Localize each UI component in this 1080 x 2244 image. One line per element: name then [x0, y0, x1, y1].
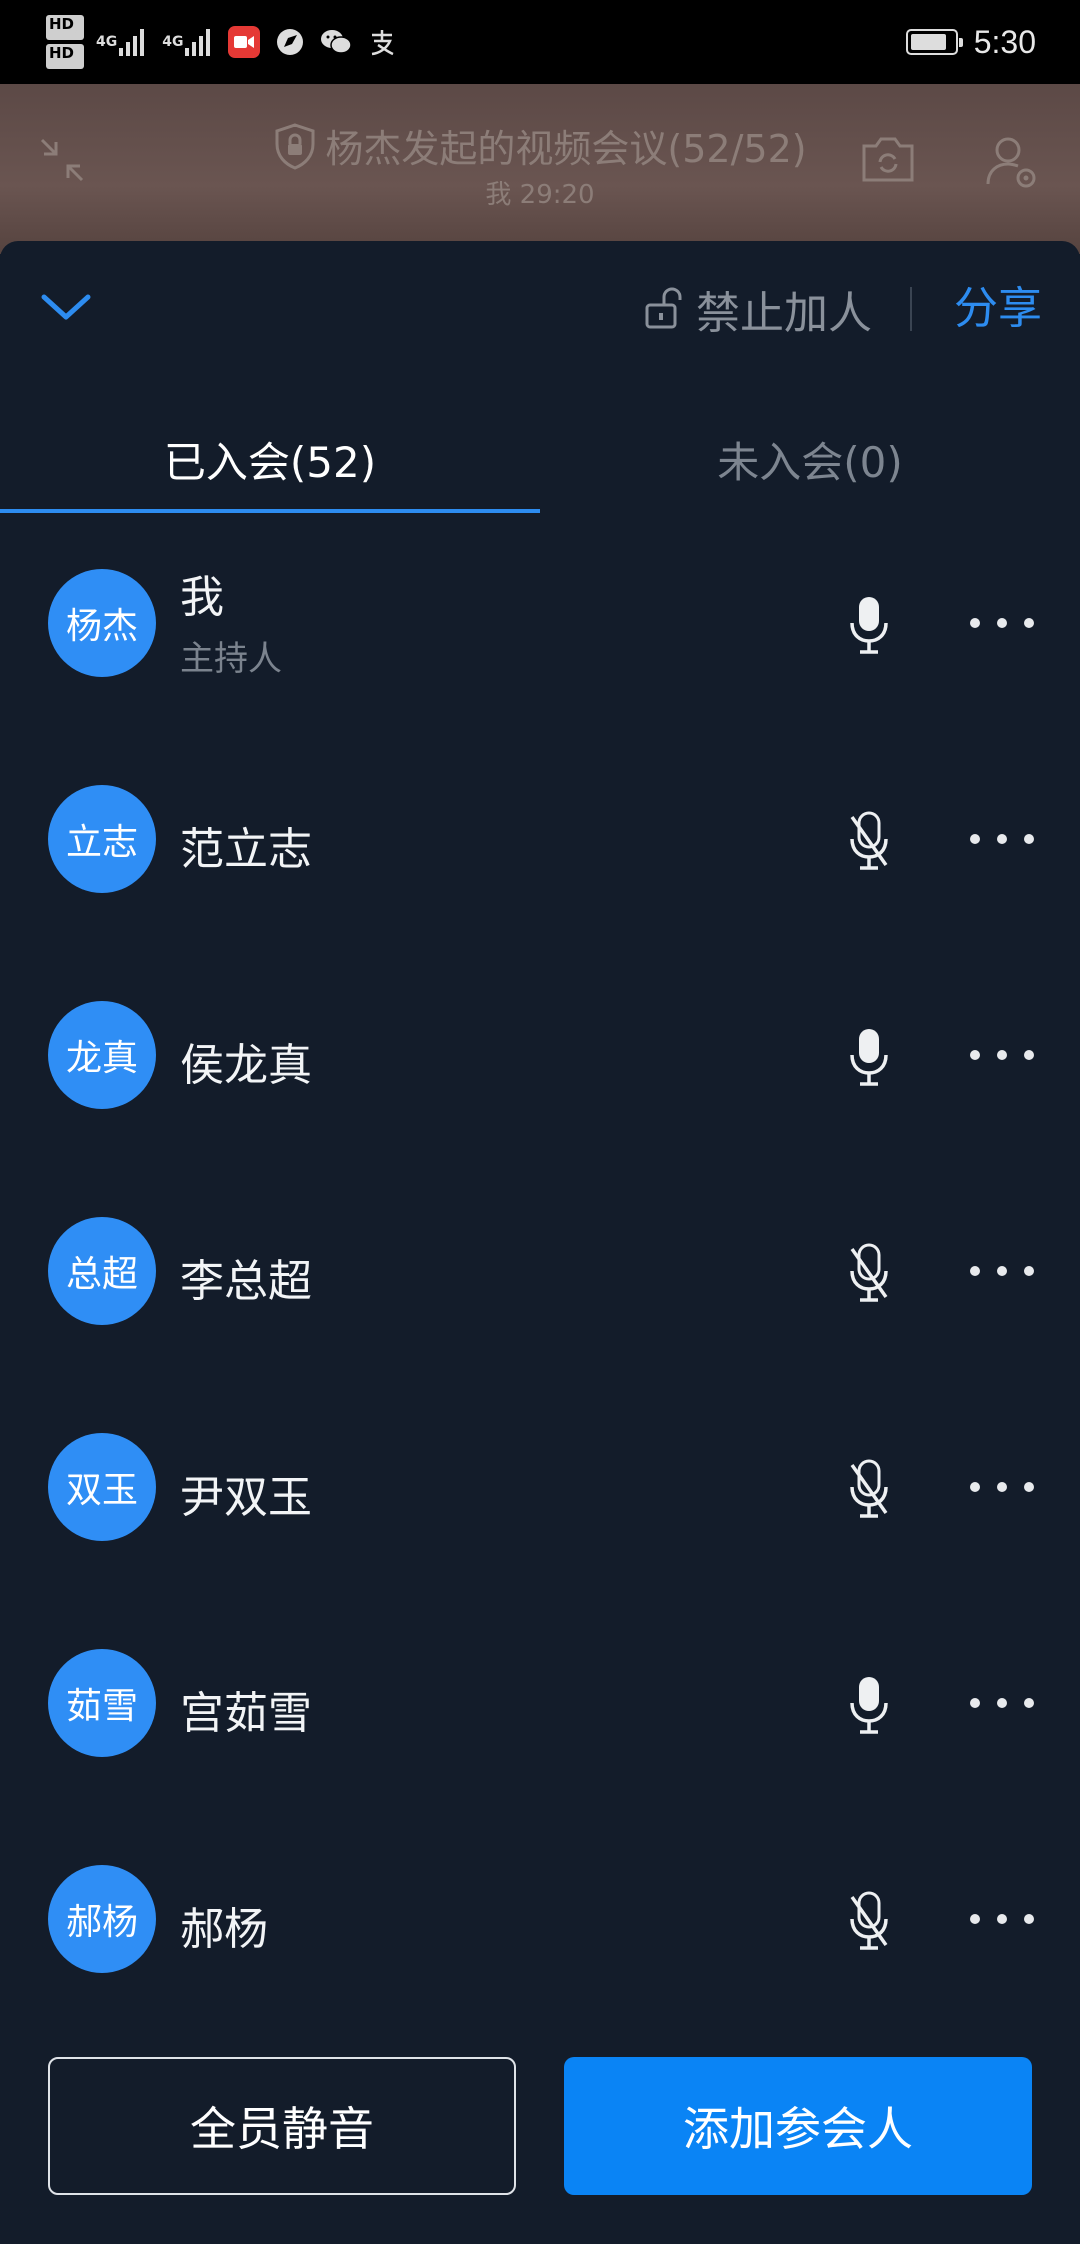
participants-settings-icon[interactable]	[984, 134, 1040, 194]
participant-row[interactable]: 郝杨 郝杨	[0, 1811, 1080, 2027]
meeting-subtitle: 我 29:20	[485, 180, 595, 210]
avatar: 茹雪	[48, 1649, 156, 1757]
hd-indicators: HD1 HD2	[46, 15, 84, 69]
more-options-icon[interactable]	[970, 1897, 1034, 1941]
battery-icon	[905, 29, 963, 55]
more-options-icon[interactable]	[970, 1033, 1034, 1077]
microphone-muted-icon[interactable]	[844, 1891, 894, 1951]
tab-bar: 已入会(52) 未入会(0)	[0, 401, 1080, 517]
participant-name: 我	[180, 572, 224, 623]
microphone-icon[interactable]	[844, 595, 894, 655]
microphone-muted-icon[interactable]	[844, 811, 894, 871]
switch-camera-icon[interactable]	[858, 134, 918, 188]
participant-name: 李总超	[180, 1256, 312, 1307]
share-button[interactable]: 分享	[954, 279, 1042, 339]
meeting-title-row: 杨杰发起的视频会议(52/52)	[0, 118, 1080, 173]
network-type-2: 4G	[162, 34, 184, 50]
more-options-icon[interactable]	[970, 1465, 1034, 1509]
microphone-icon[interactable]	[844, 1675, 894, 1735]
participant-name: 尹双玉	[180, 1472, 312, 1523]
forbid-join-label: 禁止加人	[696, 288, 872, 339]
participant-row[interactable]: 双玉 尹双玉	[0, 1379, 1080, 1595]
avatar: 龙真	[48, 1001, 156, 1109]
avatar: 郝杨	[48, 1865, 156, 1973]
participant-role: 主持人	[180, 639, 282, 679]
collapse-chevron-down-icon[interactable]	[38, 285, 94, 329]
microphone-icon[interactable]	[844, 1027, 894, 1087]
mute-all-button[interactable]: 全员静音	[48, 2057, 516, 2195]
unlock-icon	[645, 287, 682, 329]
participant-row[interactable]: 杨杰 我 主持人	[0, 515, 1080, 731]
participant-name: 宫茹雪	[180, 1688, 312, 1739]
participant-name: 郝杨	[180, 1904, 268, 1955]
participant-row[interactable]: 总超 李总超	[0, 1163, 1080, 1379]
screen: HD1 HD2 4G 4G 5:30 杨杰发起的视频会议(52/52) 我 29…	[0, 0, 1080, 2244]
forbid-join-button[interactable]: 禁止加人	[644, 279, 872, 339]
signal-icon-1	[119, 28, 145, 56]
status-right: 5:30	[905, 0, 1036, 84]
meeting-title: 杨杰发起的视频会议(52/52)	[325, 127, 807, 171]
shield-lock-icon	[275, 122, 315, 170]
avatar: 杨杰	[48, 569, 156, 677]
clock: 5:30	[973, 23, 1036, 60]
avatar: 总超	[48, 1217, 156, 1325]
network-type-1: 4G	[95, 34, 118, 50]
avatar: 双玉	[48, 1433, 156, 1541]
participant-row[interactable]: 龙真 侯龙真	[0, 947, 1080, 1163]
video-app-icon	[228, 26, 261, 58]
participant-row[interactable]: 立志 范立志	[0, 731, 1080, 947]
signal-icon-2	[185, 28, 211, 56]
participant-name: 侯龙真	[180, 1040, 312, 1091]
microphone-muted-icon[interactable]	[844, 1459, 894, 1519]
status-left: HD1 HD2 4G 4G	[46, 12, 412, 72]
tab-indicator	[0, 509, 540, 513]
hd-indicator-1: HD1	[46, 15, 84, 40]
microphone-muted-icon[interactable]	[844, 1243, 894, 1303]
participant-name: 范立志	[180, 824, 312, 875]
wechat-icon	[320, 26, 353, 58]
add-participant-button[interactable]: 添加参会人	[564, 2057, 1032, 2195]
participants-sheet: 禁止加人 分享 已入会(52) 未入会(0) 杨杰 我 主持人 立志 范立志 龙…	[0, 241, 1080, 2244]
hd-indicator-2: HD2	[46, 44, 84, 69]
sheet-header: 禁止加人 分享	[0, 241, 1080, 371]
tab-joined[interactable]: 已入会(52)	[0, 401, 540, 517]
participant-row[interactable]: 茹雪 宫茹雪	[0, 1595, 1080, 1811]
browser-icon	[274, 26, 306, 58]
more-options-icon[interactable]	[970, 1249, 1034, 1293]
alipay-icon	[366, 26, 398, 58]
participant-list: 杨杰 我 主持人 立志 范立志 龙真 侯龙真 总超 李总超 双玉 尹双玉 茹雪 …	[0, 515, 1080, 2027]
status-bar: HD1 HD2 4G 4G 5:30	[0, 0, 1080, 84]
more-options-icon[interactable]	[970, 601, 1034, 645]
tab-not-joined[interactable]: 未入会(0)	[540, 401, 1080, 517]
more-options-icon[interactable]	[970, 1681, 1034, 1725]
meeting-header: 杨杰发起的视频会议(52/52) 我 29:20	[0, 84, 1080, 254]
more-options-icon[interactable]	[970, 817, 1034, 861]
avatar: 立志	[48, 785, 156, 893]
sheet-footer: 全员静音 添加参会人	[0, 2029, 1080, 2244]
header-divider	[910, 287, 912, 331]
